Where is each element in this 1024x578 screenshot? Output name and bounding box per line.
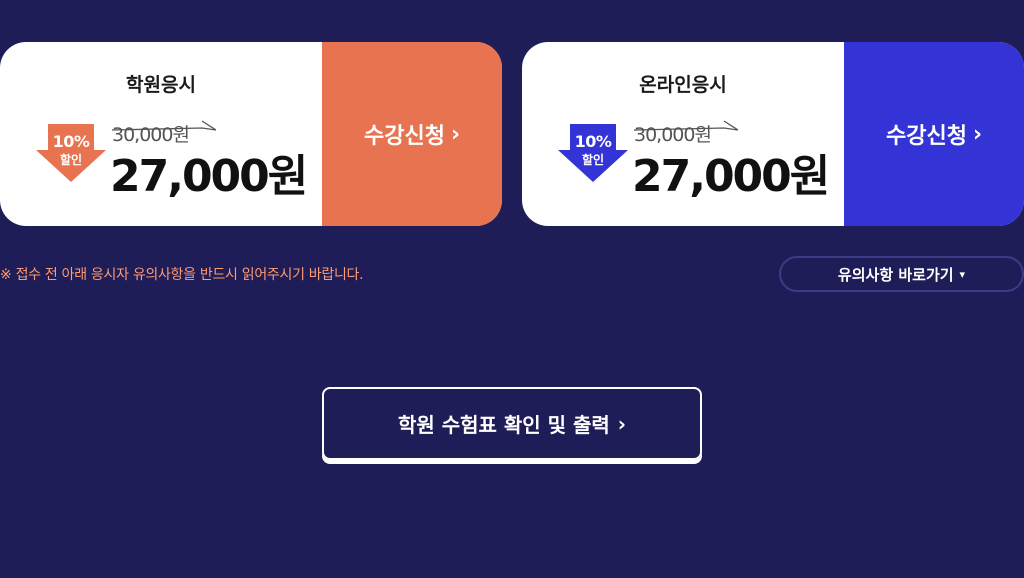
precaution-button-label: 유의사항 바로가기 [837,265,954,284]
discount-label: 할인 [581,153,605,167]
discount-arrow-badge: 10% 할인 [36,124,106,182]
discounted-price: 27,000원 [632,151,830,202]
chevron-right-icon: › [450,121,461,147]
discount-percent: 10% [52,132,90,151]
original-price-wrap: 30,000원 [112,118,216,146]
strikethrough-icon [112,120,216,131]
discounted-price: 27,000원 [110,151,308,202]
academy-apply-button[interactable]: 수강신청 › [322,42,502,226]
precaution-link-button[interactable]: 유의사항 바로가기 ▾ [779,256,1024,292]
chevron-down-icon: ▾ [959,267,966,281]
admission-ticket-button[interactable]: 학원 수험표 확인 및 출력 › [322,387,702,460]
online-exam-info: 온라인응시 10% 할인 30,000원 27,000원 [522,42,844,226]
discount-percent: 10% [574,132,612,151]
apply-button-label: 수강신청 [363,124,445,149]
discount-arrow-badge: 10% 할인 [558,124,628,182]
chevron-right-icon: › [617,411,627,436]
online-exam-title: 온라인응시 [639,74,727,96]
academy-exam-title: 학원응시 [126,74,196,96]
academy-exam-card: 학원응시 10% 할인 30,000원 27,000원 수강신청 › [0,42,502,226]
notice-text: ※ 접수 전 아래 응시자 유의사항을 반드시 읽어주시기 바랍니다. [0,267,364,283]
ticket-button-label: 학원 수험표 확인 및 출력 [397,413,610,437]
strikethrough-icon [634,120,738,131]
academy-exam-info: 학원응시 10% 할인 30,000원 27,000원 [0,42,322,226]
apply-button-label: 수강신청 [885,124,967,149]
original-price-wrap: 30,000원 [634,118,738,146]
online-exam-card: 온라인응시 10% 할인 30,000원 27,000원 수강신청 › [522,42,1024,226]
discount-label: 할인 [59,153,83,167]
chevron-right-icon: › [972,121,983,147]
online-apply-button[interactable]: 수강신청 › [844,42,1024,226]
